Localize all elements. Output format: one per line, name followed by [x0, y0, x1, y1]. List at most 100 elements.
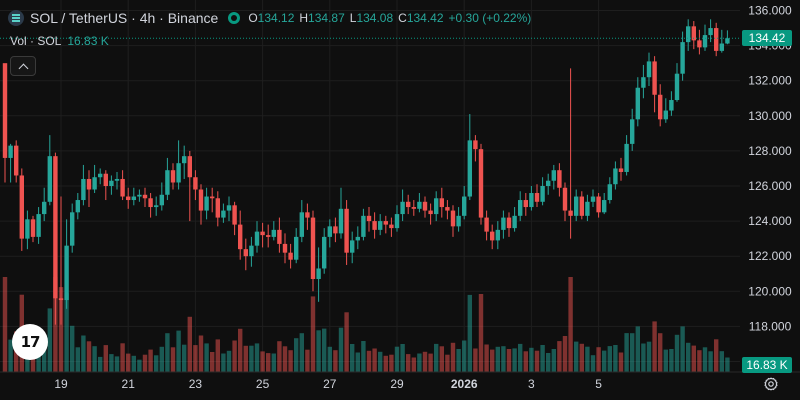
candle-body — [53, 156, 58, 299]
volume-bar — [411, 357, 416, 372]
candle-body — [294, 236, 299, 260]
candle-body — [674, 73, 680, 101]
candle-body — [596, 196, 601, 213]
candle-body — [271, 229, 276, 237]
candle-body — [165, 170, 170, 195]
candle-body — [663, 110, 668, 120]
volume-bar — [596, 347, 601, 372]
candle-body — [445, 207, 450, 211]
candle-body — [394, 214, 400, 229]
ohlc-values: O134.12 H134.87 L134.08 C134.42 +0.30 (+… — [248, 11, 531, 25]
candle-body — [495, 229, 500, 241]
gear-icon[interactable] — [763, 376, 779, 392]
candle-body — [103, 173, 108, 186]
candle-body — [243, 249, 248, 257]
candle-body — [254, 231, 260, 246]
candle-body — [361, 215, 366, 237]
candle-body — [344, 208, 349, 253]
volume-bar — [271, 353, 276, 372]
chevron-up-icon[interactable] — [10, 56, 36, 76]
volume-bar — [288, 350, 293, 372]
volume-bar — [210, 352, 215, 372]
symbol-legend: SOL / TetherUS · 4h · Binance O134.12 H1… — [8, 8, 531, 28]
volume-bar — [316, 330, 321, 372]
volume-bar — [501, 346, 506, 372]
volume-bar — [691, 345, 696, 372]
price-chart[interactable]: 116.000118.000120.000122.000124.000126.0… — [0, 0, 800, 400]
volume-bar — [2, 277, 8, 372]
candle-body — [411, 207, 416, 209]
candle-body — [725, 38, 730, 44]
candle-body — [8, 145, 13, 158]
candle-body — [540, 186, 545, 202]
candle-body — [562, 187, 568, 211]
volume-bar — [372, 348, 377, 372]
candle-body — [238, 224, 243, 250]
volume-bar — [540, 345, 545, 372]
volume-bar — [523, 351, 528, 372]
volume-bar — [590, 355, 596, 372]
time-tick-label: 27 — [323, 377, 337, 391]
price-tick-label: 128.000 — [748, 144, 792, 158]
volume-bar — [406, 354, 411, 372]
volume-bar — [607, 346, 612, 372]
candle-body — [708, 28, 713, 36]
symbol-title[interactable]: SOL / TetherUS · 4h · Binance — [30, 10, 218, 26]
candle-body — [42, 201, 47, 215]
candle-body — [579, 196, 584, 216]
candle-body — [142, 194, 148, 199]
candle-body — [551, 170, 556, 181]
market-status-icon[interactable] — [228, 12, 241, 24]
price-tick-label: 120.000 — [748, 284, 792, 298]
time-tick-label: 5 — [595, 377, 602, 391]
candle-body — [299, 212, 304, 237]
volume-bar — [534, 350, 540, 372]
low-value: 134.08 — [356, 11, 394, 25]
volume-bar — [394, 346, 400, 372]
volume-bar — [506, 349, 512, 372]
volume-bar — [450, 342, 456, 372]
volume-tag: 16.83 K — [742, 357, 792, 373]
volume-bar — [114, 356, 120, 372]
volume-bar — [674, 334, 680, 372]
candle-body — [338, 208, 344, 234]
volume-bar — [719, 351, 724, 372]
volume-legend[interactable]: Vol · SOL 16.83 K — [10, 34, 109, 48]
volume-bar — [658, 333, 663, 372]
price-tick-label: 132.000 — [748, 74, 792, 88]
time-axis-background[interactable] — [0, 372, 740, 400]
candle-body — [232, 205, 237, 225]
candle-body — [439, 198, 444, 208]
candle-body — [187, 156, 192, 178]
close-label: C — [398, 11, 407, 25]
volume-bar — [148, 349, 153, 372]
time-tick-label: 25 — [256, 377, 270, 391]
volume-bar — [618, 352, 624, 372]
tradingview-logo[interactable]: 17 — [12, 324, 48, 360]
volume-bar — [484, 344, 489, 372]
volume-bar — [680, 326, 685, 372]
volume-bar — [154, 355, 159, 372]
volume-bar — [310, 296, 316, 372]
volume-bar — [170, 347, 176, 372]
time-tick-label: 29 — [390, 377, 404, 391]
high-value: 134.87 — [308, 11, 345, 25]
volume-bar — [47, 308, 52, 372]
volume-bar — [456, 349, 461, 372]
volume-bar — [445, 354, 450, 372]
volume-bar — [551, 349, 556, 372]
candle-body — [154, 205, 159, 208]
candle-body — [624, 143, 629, 172]
volume-value: 16.83 K — [67, 34, 109, 48]
volume-bar — [204, 343, 209, 372]
candle-body — [618, 168, 624, 172]
volume-bar — [714, 339, 719, 372]
candle-body — [546, 180, 551, 186]
volume-bar — [562, 336, 568, 372]
candle-body — [126, 196, 131, 201]
volume-bar — [473, 348, 478, 372]
volume-bar — [92, 346, 97, 372]
candle-body — [47, 156, 52, 202]
candle-body — [467, 140, 472, 197]
change-value: +0.30 (+0.22%) — [448, 11, 532, 25]
